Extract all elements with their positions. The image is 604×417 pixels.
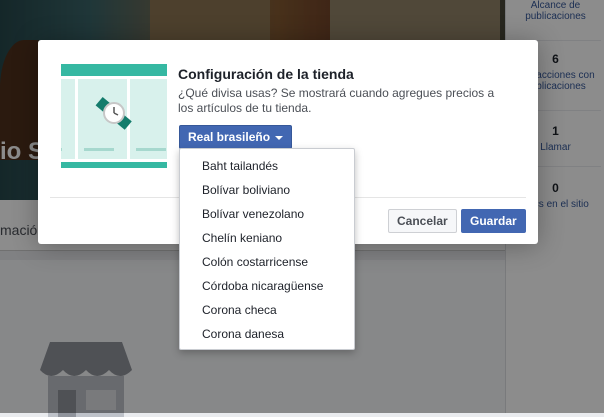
currency-option[interactable]: Chelín keniano (180, 226, 354, 250)
dialog-title: Configuración de la tienda (178, 66, 354, 82)
watch-icon (95, 96, 132, 130)
currency-option[interactable]: Bolívar venezolano (180, 202, 354, 226)
currency-selected-label: Real brasileño (188, 130, 271, 144)
currency-option[interactable]: Bolívar boliviano (180, 178, 354, 202)
currency-option[interactable]: Córdoba nicaragüense (180, 274, 354, 298)
currency-dropdown-menu: Baht tailandés Bolívar boliviano Bolívar… (179, 148, 355, 350)
currency-option[interactable]: Corona checa (180, 298, 354, 322)
currency-option[interactable]: Corona danesa (180, 322, 354, 346)
cancel-button[interactable]: Cancelar (388, 209, 457, 233)
currency-option[interactable]: Baht tailandés (180, 154, 354, 178)
save-button[interactable]: Guardar (461, 209, 526, 233)
currency-option[interactable]: Colón costarricense (180, 250, 354, 274)
caret-down-icon (275, 135, 284, 140)
shop-illustration (61, 64, 167, 168)
currency-select-button[interactable]: Real brasileño (179, 125, 293, 149)
dialog-description: ¿Qué divisa usas? Se mostrará cuando agr… (178, 86, 495, 115)
